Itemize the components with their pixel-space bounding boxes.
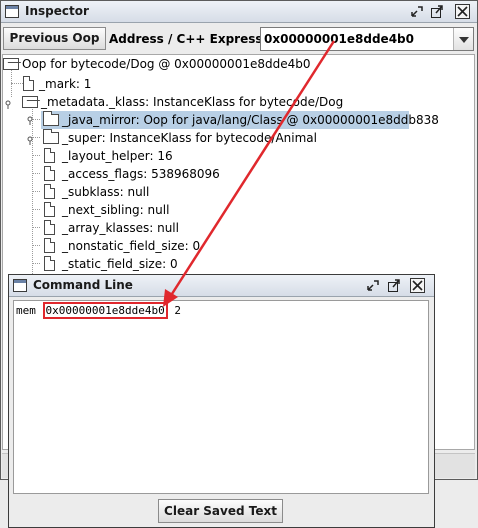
tree-row-selected[interactable]: _java_mirror: Oop for java/lang/Class @ …: [41, 111, 439, 129]
minimize-icon[interactable]: [409, 4, 424, 19]
tree-row[interactable]: _next_sibling: null: [3, 201, 473, 219]
tree-row-label: _mark: 1: [39, 77, 92, 91]
highlighted-address: 0x00000001e8dde4b0: [42, 302, 168, 319]
tree-row[interactable]: _nonstatic_field_size: 0: [3, 237, 473, 255]
command-line-title: Command Line: [33, 278, 133, 292]
tree-row[interactable]: _static_field_size: 0: [3, 255, 473, 273]
tree-row[interactable]: _array_klasses: null: [3, 219, 473, 237]
tree-row-label: _metadata._klass: InstanceKlass for byte…: [41, 95, 344, 109]
key-icon: [27, 133, 37, 145]
window-icon: [13, 279, 27, 292]
tree-row[interactable]: _mark: 1: [3, 75, 473, 93]
tree-row[interactable]: _super: InstanceKlass for bytecode/Anima…: [3, 129, 473, 147]
key-icon: [5, 97, 15, 109]
address-input[interactable]: 0x00000001e8dde4b0: [264, 32, 414, 46]
tree-row-label: _java_mirror: Oop for java/lang/Class @ …: [62, 113, 439, 127]
document-icon: [44, 220, 55, 235]
maximize-icon[interactable]: [429, 4, 444, 19]
tree-row[interactable]: _metadata._klass: InstanceKlass for byte…: [3, 93, 473, 111]
inspector-title: Inspector: [25, 4, 89, 18]
dropdown-arrow-icon[interactable]: [453, 28, 473, 50]
folder-icon: [43, 111, 59, 126]
previous-oop-button[interactable]: Previous Oop: [3, 27, 106, 50]
tree-row-label: _access_flags: 538968096: [62, 167, 220, 181]
document-icon: [44, 166, 55, 181]
document-icon: [44, 202, 55, 217]
command-line-window: Command Line mem 0x00000001e8dde4b0 2 Cl…: [8, 274, 435, 528]
tree-row-label: _subklass: null: [62, 185, 150, 199]
document-icon: [44, 238, 55, 253]
key-icon: [27, 115, 37, 125]
tree-row[interactable]: Oop for bytecode/Dog @ 0x00000001e8dde4b…: [3, 55, 473, 73]
command-line-text: mem 0x00000001e8dde4b0 2: [16, 302, 181, 319]
window-icon: [5, 5, 19, 18]
document-icon: [44, 184, 55, 199]
document-icon: [23, 76, 34, 91]
inspector-titlebar[interactable]: Inspector: [1, 1, 477, 23]
command-text-area[interactable]: mem 0x00000001e8dde4b0 2: [13, 300, 429, 494]
tree-row-label: _layout_helper: 16: [62, 149, 173, 163]
command-name: mem: [16, 304, 36, 317]
tree-row-label: _next_sibling: null: [62, 203, 170, 217]
document-icon: [44, 256, 55, 271]
command-line-titlebar[interactable]: Command Line: [9, 275, 434, 297]
tree-row[interactable]: _layout_helper: 16: [3, 147, 473, 165]
tree-row-label: _nonstatic_field_size: 0: [62, 239, 201, 253]
tree-row-label: _static_field_size: 0: [62, 257, 178, 271]
folder-icon: [22, 96, 38, 108]
tree-row[interactable]: _subklass: null: [3, 183, 473, 201]
close-icon[interactable]: [410, 278, 425, 293]
inspector-toolbar: Previous Oop Address / C++ Expression: 0…: [1, 25, 477, 53]
maximize-icon[interactable]: [386, 278, 401, 293]
folder-icon: [43, 129, 59, 144]
tree-row[interactable]: _access_flags: 538968096: [3, 165, 473, 183]
tree-row-label: Oop for bytecode/Dog @ 0x00000001e8dde4b…: [22, 57, 311, 71]
tree-row-label: _super: InstanceKlass for bytecode/Anima…: [62, 131, 317, 145]
folder-icon: [3, 58, 19, 70]
clear-saved-text-button[interactable]: Clear Saved Text: [158, 499, 283, 523]
command-argument: 2: [174, 304, 181, 317]
close-icon[interactable]: [455, 4, 470, 19]
document-icon: [44, 148, 55, 163]
tree-row-label: _array_klasses: null: [62, 221, 179, 235]
minimize-icon[interactable]: [365, 278, 380, 293]
address-combobox[interactable]: 0x00000001e8dde4b0: [260, 27, 474, 51]
